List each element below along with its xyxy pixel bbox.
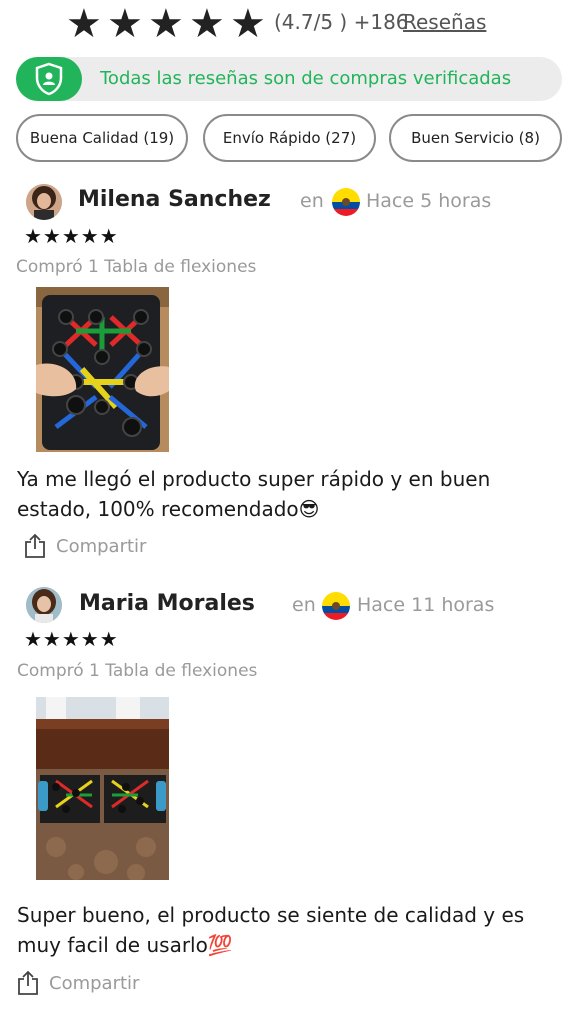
star-icon: ★ [66,1,102,47]
review-stars: ★★★★★ [24,224,119,248]
filter-chip-buen-servicio[interactable]: Buen Servicio (8) [389,114,562,162]
star-icon: ★ [107,1,143,47]
share-button[interactable]: Compartir [17,970,139,996]
reviewer-name: Maria Morales [79,591,255,616]
ecuador-flag-icon [322,592,350,620]
review-photo[interactable] [36,697,169,880]
verified-purchases-banner: Todas las reseñas son de compras verific… [16,57,562,101]
verified-text: Todas las reseñas son de compras verific… [100,68,512,89]
review-text: Ya me llegó el producto super rápido y e… [17,467,491,521]
reviewer-name: Milena Sanchez [78,187,271,212]
purchase-info: Compró 1 Tabla de flexiones [16,257,257,277]
ecuador-flag-icon [332,188,360,216]
avatar [26,184,62,220]
review-time: Hace 11 horas [357,594,495,616]
filter-chip-envio-rapido[interactable]: Envío Rápido (27) [203,114,376,162]
location-prefix: en [292,594,316,616]
share-label: Compartir [49,972,140,994]
rating-summary: ★ ★ ★ ★ ★ (4.7/5 ) +186 Reseñas [0,0,576,50]
review-text: Super bueno, el producto se siente de ca… [17,903,525,957]
star-icon: ★ [148,1,184,47]
star-icon: ★ [189,1,225,47]
reviews-link[interactable]: Reseñas [403,10,486,34]
purchase-info: Compró 1 Tabla de flexiones [17,661,258,681]
star-icon: ★ [230,1,266,47]
avatar [26,587,62,623]
share-label: Compartir [56,535,147,557]
review-time: Hace 5 horas [366,190,492,212]
review-photo[interactable] [36,287,169,452]
share-icon [18,970,38,995]
location-prefix: en [300,190,324,212]
share-icon [25,533,45,558]
share-button[interactable]: Compartir [24,533,146,559]
review-stars: ★★★★★ [24,627,119,651]
rating-score: (4.7/5 ) +186 [274,10,409,34]
shield-user-icon [16,57,82,101]
filter-chip-buena-calidad[interactable]: Buena Calidad (19) [16,114,188,162]
